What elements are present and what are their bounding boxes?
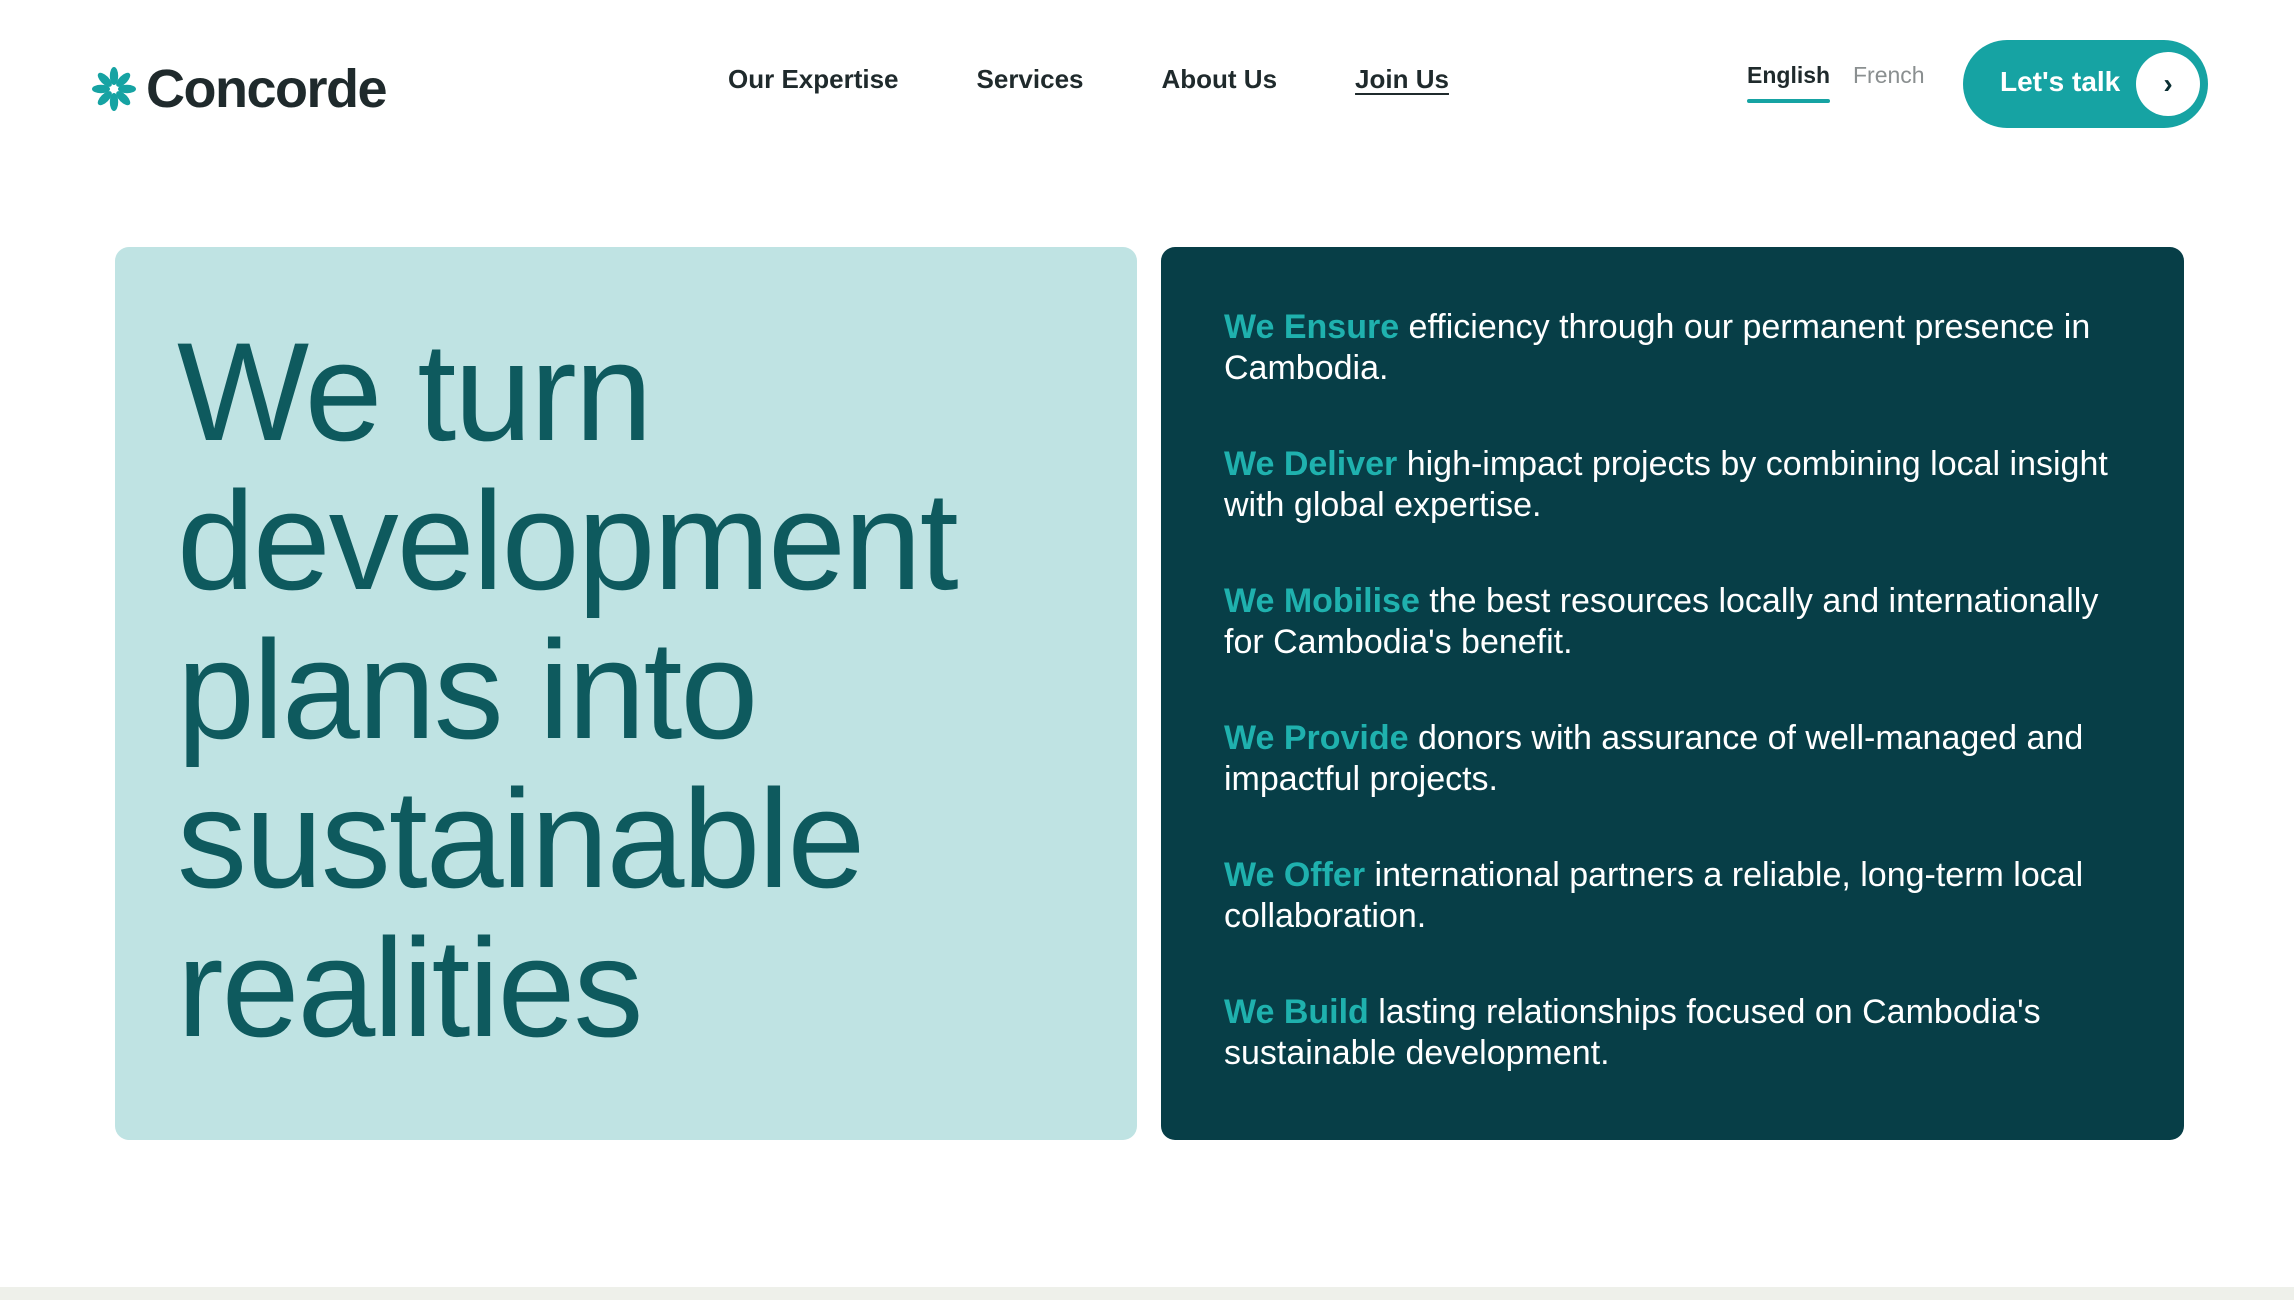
lets-talk-label: Let's talk	[2000, 66, 2121, 97]
hero-headline-card: We turn development plans into sustainab…	[115, 247, 1137, 1140]
statement-item: We Mobilise the best resources locally a…	[1224, 581, 2144, 663]
statement-item: We Ensure efficiency through our permane…	[1224, 307, 2144, 389]
language-french[interactable]: French	[1853, 62, 1925, 89]
nav-our-expertise[interactable]: Our Expertise	[728, 64, 899, 95]
statement-keyword: We Ensure	[1224, 308, 1400, 346]
logo[interactable]: Concorde	[90, 58, 388, 120]
statement-item: We Build lasting relationships focused o…	[1224, 992, 2144, 1074]
statement-item: We Provide donors with assurance of well…	[1224, 718, 2144, 800]
statement-keyword: We Build	[1224, 993, 1369, 1031]
statement-item: We Deliver high-impact projects by combi…	[1224, 444, 2144, 526]
hero-statements-card: We Ensure efficiency through our permane…	[1161, 247, 2184, 1140]
nav-services[interactable]: Services	[977, 64, 1084, 95]
statement-item: We Offer international partners a reliab…	[1224, 855, 2144, 937]
site-header: Concorde Our Expertise Services About Us…	[0, 0, 2294, 170]
statement-keyword: We Mobilise	[1224, 582, 1420, 620]
logo-wordmark: Concorde	[146, 59, 388, 119]
nav-join-us[interactable]: Join Us	[1355, 64, 1449, 95]
statement-keyword: We Offer	[1224, 856, 1366, 894]
nav-about-us[interactable]: About Us	[1162, 64, 1278, 95]
hero-headline: We turn development plans into sustainab…	[177, 313, 959, 1066]
statement-keyword: We Deliver	[1224, 445, 1398, 483]
chevron-right-icon: ›	[2136, 52, 2200, 116]
asterisk-logo-icon	[92, 67, 136, 111]
statement-keyword: We Provide	[1224, 719, 1409, 757]
language-english[interactable]: English	[1747, 62, 1831, 103]
statement-list: We Ensure efficiency through our permane…	[1224, 307, 2144, 1129]
main-nav: Our Expertise Services About Us Join Us	[728, 64, 1449, 95]
lets-talk-button[interactable]: Let's talk ›	[1963, 40, 2208, 128]
next-section-edge	[0, 1287, 2294, 1300]
